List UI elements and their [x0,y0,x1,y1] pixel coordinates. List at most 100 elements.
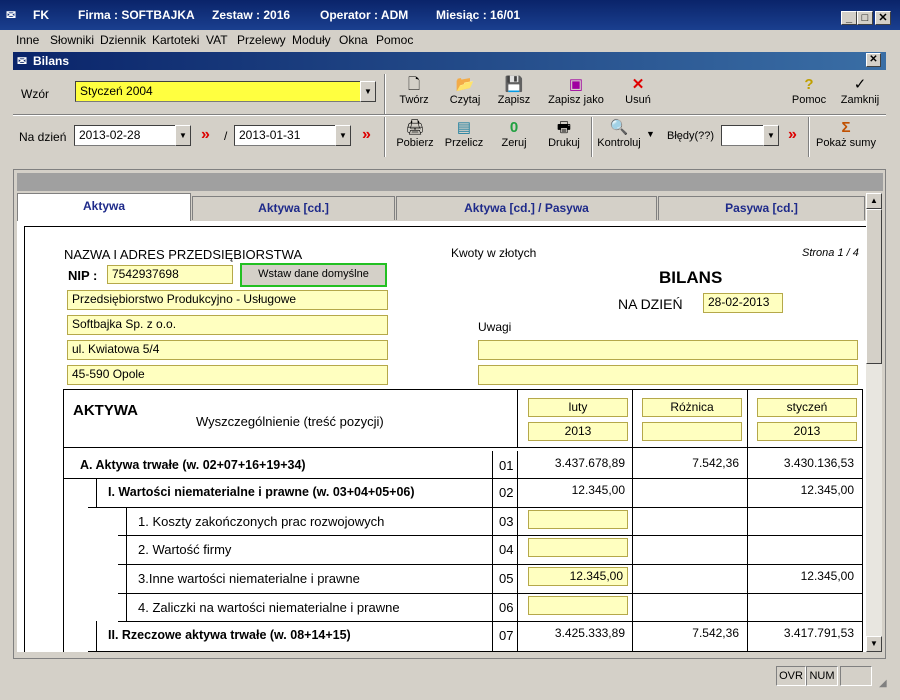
col3-month[interactable]: styczeń [757,398,857,417]
address-line-2[interactable]: Softbajka Sp. z o.o. [67,315,388,335]
nip-field[interactable]: 7542937698 [107,265,233,284]
bilans-close-button[interactable]: ✕ [866,53,881,67]
value-difference: 7.542,36 [692,626,739,640]
col2-sub[interactable] [642,422,742,441]
indent-divider [126,507,127,536]
col2-header[interactable]: Różnica [642,398,742,417]
app-icon: ✉ [6,8,17,22]
row-separator [88,507,863,508]
pokaz-sumy-button[interactable]: Σ Pokaż sumy [814,119,878,149]
menu-inne[interactable]: Inne [16,33,39,47]
usun-button[interactable]: ✕ Usuń [620,76,656,106]
wzor-dropdown-button[interactable]: ▼ [360,81,376,102]
toolbar-divider [13,114,886,116]
magnifier-icon: 🔍 [609,119,629,136]
operator-label: Operator : ADM [320,8,409,22]
address-line-1[interactable]: Przedsiębiorstwo Produkcyjno - Usługowe [67,290,388,310]
date-to-dropdown[interactable]: ▼ [335,125,351,146]
menu-okna[interactable]: Okna [339,33,368,47]
row-label: 2. Wartość firmy [138,542,232,557]
menu-kartoteki[interactable]: Kartoteki [152,33,199,47]
kwoty-label: Kwoty w złotych [451,246,537,260]
tworz-button[interactable]: 🗋 Twórz [394,76,434,106]
nr-column-divider [492,621,493,651]
drukuj-button[interactable]: 🖶 Drukuj [545,119,583,149]
resize-grip-icon[interactable]: ◢ [879,678,887,689]
row-label: II. Rzeczowe aktywa trwałe (w. 08+14+15) [108,628,351,642]
scroll-thumb[interactable] [866,209,882,364]
uwagi-field-1[interactable] [478,340,858,360]
indent-divider [126,593,127,622]
nr-column-divider [517,507,518,535]
na-dzien-heading: NA DZIEŃ [618,296,683,312]
col3-year[interactable]: 2013 [757,422,857,441]
table-divider [632,389,633,652]
row-label: 4. Zaliczki na wartości niematerialne i … [138,600,400,615]
minimize-button[interactable]: _ [841,11,857,25]
bilans-window-icon: ✉ [17,54,28,68]
row-separator [118,535,863,536]
menu-pomoc[interactable]: Pomoc [376,33,413,47]
app-titlebar: ✉ FK Firma : SOFTBAJKA Zestaw : 2016 Ope… [0,0,900,30]
date-to-arrows[interactable]: » [362,126,371,144]
delete-icon: ✕ [631,76,645,93]
wzor-select[interactable]: Styczeń 2004 [75,81,362,102]
col1-year[interactable]: 2013 [528,422,628,441]
nr-column-divider [517,535,518,564]
date-from-arrows[interactable]: » [201,126,210,144]
zamknij-button[interactable]: ✓ Zamknij [838,76,882,106]
close-button[interactable]: ✕ [875,11,891,25]
col1-month[interactable]: luty [528,398,628,417]
menu-bar: Inne Słowniki Dziennik Kartoteki VAT Prz… [0,30,900,50]
tab-aktywa[interactable]: Aktywa [17,193,191,221]
date-from-field[interactable]: 2013-02-28 [74,125,176,146]
scroll-down-button[interactable]: ▼ [866,636,882,652]
insert-default-button[interactable]: Wstaw dane domyślne [240,263,387,287]
value-current: 3.425.333,89 [554,626,625,640]
value-current-field[interactable] [528,510,628,529]
tab-pasywa-cd[interactable]: Pasywa [cd.] [658,196,865,220]
scroll-up-button[interactable]: ▲ [866,193,882,209]
indent-divider [126,564,127,594]
value-current: 12.345,00 [571,483,625,497]
value-current-field[interactable]: 12.345,00 [528,567,628,586]
page-indicator: Strona 1 / 4 [802,247,859,259]
row-separator [88,651,863,652]
pomoc-button[interactable]: ? Pomoc [789,76,829,106]
value-current-field[interactable] [528,538,628,557]
date-to-field[interactable]: 2013-01-31 [234,125,336,146]
przelicz-button[interactable]: ▤ Przelicz [443,119,485,149]
value-current: 3.437.678,89 [554,456,625,470]
zapisz-jako-button[interactable]: ▣ Zapisz jako [546,76,606,106]
menu-moduly[interactable]: Moduły [292,33,331,47]
menu-przelewy[interactable]: Przelewy [237,33,286,47]
save-icon: 💾 [504,76,524,93]
status-ovr: OVR [776,666,806,686]
value-current-field[interactable] [528,596,628,615]
pobierz-button[interactable]: 🖨 Pobierz [393,119,437,149]
kontroluj-button[interactable]: 🔍 Kontroluj [596,119,642,149]
bledy-select[interactable] [721,125,766,146]
maximize-button[interactable]: □ [857,11,873,25]
bledy-dropdown[interactable]: ▼ [763,125,779,146]
tab-aktywa-cd[interactable]: Aktywa [cd.] [192,196,395,220]
kontroluj-dropdown-icon[interactable]: ▼ [646,129,655,139]
miesiac-label: Miesiąc : 16/01 [436,8,521,22]
date-separator: / [224,129,228,143]
address-line-3[interactable]: ul. Kwiatowa 5/4 [67,340,388,360]
balance-date-field[interactable]: 28-02-2013 [703,293,783,313]
toolbar-separator [384,74,386,114]
bledy-arrows[interactable]: » [788,126,797,144]
menu-slowniki[interactable]: Słowniki [50,33,94,47]
row-separator [118,593,863,594]
address-line-4[interactable]: 45-590 Opole [67,365,388,385]
uwagi-field-2[interactable] [478,365,858,385]
menu-vat[interactable]: VAT [206,33,228,47]
menu-dziennik[interactable]: Dziennik [100,33,146,47]
bilans-window-title: Bilans [33,54,70,68]
zeruj-button[interactable]: 0 Zeruj [497,119,531,149]
date-from-dropdown[interactable]: ▼ [175,125,191,146]
zapisz-button[interactable]: 💾 Zapisz [494,76,534,106]
tab-aktywa-pasywa[interactable]: Aktywa [cd.] / Pasywa [396,196,657,220]
czytaj-button[interactable]: 📂 Czytaj [445,76,485,106]
